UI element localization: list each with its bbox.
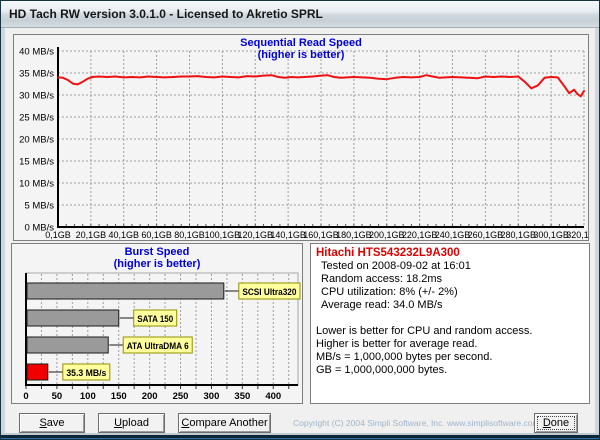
burst-speed-svg: 0 50 100 150 200 250 300 350 400 SCSI Ultra320 SAT… [12, 244, 302, 403]
burst-tick-label: 250 [173, 391, 189, 402]
x-tick-label: 40,1GB [108, 230, 139, 240]
x-tick-label: 100,1GB [205, 230, 241, 240]
bar-label-text: SCSI Ultra320 [242, 287, 296, 297]
upload-results-button[interactable]: Upload Results [98, 413, 165, 433]
y-tick-label: 5 MB/s [24, 201, 54, 212]
bar-label-text: SATA 150 [137, 314, 173, 324]
done-accesskey: D [543, 417, 551, 429]
burst-bar [27, 364, 48, 380]
burst-tick-label: 300 [204, 391, 220, 402]
done-button[interactable]: Done [534, 413, 578, 433]
x-tick-label: 300,1GB [533, 230, 569, 240]
x-tick-label: 200,1GB [369, 230, 405, 240]
info-note-line: Lower is better for CPU and random acces… [316, 325, 584, 338]
client-area: 40 MB/s 35 MB/s 30 MB/s 25 MB/s 20 MB/s 15 MB… [5, 28, 595, 435]
bar-label-text: 35.3 MB/s [66, 368, 106, 378]
upload-accesskey: U [114, 417, 122, 429]
burst-tick-label: 400 [265, 391, 281, 402]
sequential-read-panel: 40 MB/s 35 MB/s 30 MB/s 25 MB/s 20 MB/s 15 MB… [13, 34, 589, 241]
y-tick-label: 40 MB/s [19, 47, 54, 58]
burst-tick-label: 350 [234, 391, 250, 402]
drive-detail-line: CPU utilization: 8% (+/- 2%) [321, 286, 584, 299]
x-tick-label: 140,1GB [270, 230, 306, 240]
titlebar[interactable]: HD Tach RW version 3.0.1.0 - Licensed to… [1, 1, 599, 28]
drive-detail-line: Random access: 18.2ms [321, 273, 584, 286]
x-tick-label: 0,1GB [45, 230, 71, 240]
x-tick-label: 80,1GB [174, 230, 205, 240]
done-label: one [551, 417, 569, 429]
x-tick-label: 280,1GB [500, 230, 536, 240]
y-tick-label: 35 MB/s [19, 69, 54, 80]
info-note-line: MB/s = 1,000,000 bytes per second. [316, 351, 584, 364]
burst-speed-panel: 0 50 100 150 200 250 300 350 400 SCSI Ultra320 SAT… [11, 243, 303, 404]
x-tick-label: 260,1GB [468, 230, 504, 240]
y-tick-label: 20 MB/s [19, 135, 54, 146]
y-tick-label: 10 MB/s [19, 179, 54, 190]
y-tick-label: 25 MB/s [19, 113, 54, 124]
info-note-line: Higher is better for average read. [316, 338, 584, 351]
x-tick-label: 20,1GB [76, 230, 107, 240]
x-tick-label: 240,1GB [435, 230, 471, 240]
drive-info-panel: Hitachi HTS543232L9A300 Tested on 2008-0… [310, 243, 590, 404]
drive-detail-line: Average read: 34.0 MB/s [321, 299, 584, 312]
burst-bar [27, 310, 119, 326]
x-tick-label: 120,1GB [237, 230, 273, 240]
burst-bar [27, 337, 108, 353]
drive-details: Tested on 2008-09-02 at 16:01Random acce… [316, 260, 584, 312]
info-notes: Lower is better for CPU and random acces… [316, 325, 584, 377]
window-bottom-frame [1, 433, 599, 439]
drive-name: Hitachi HTS543232L9A300 [316, 247, 584, 260]
burst-tick-label: 100 [80, 391, 96, 402]
bar-label-text: ATA UltraDMA 6 [127, 341, 189, 351]
save-accesskey: S [39, 417, 46, 429]
compare-another-drive-button[interactable]: Compare Another Drive [178, 413, 271, 433]
copyright-text: Copyright (C) 2004 Simpli Software, Inc.… [293, 413, 540, 433]
burst-tick-label: 50 [52, 391, 63, 402]
info-note-line: GB = 1,000,000,000 bytes. [316, 364, 584, 377]
drive-detail-line: Tested on 2008-09-02 at 16:01 [321, 260, 584, 273]
hdtach-window: HD Tach RW version 3.0.1.0 - Licensed to… [0, 0, 600, 440]
burst-tick-label: 0 [23, 391, 28, 402]
sequential-read-svg: 40 MB/s 35 MB/s 30 MB/s 25 MB/s 20 MB/s 15 MB… [14, 35, 588, 240]
burst-tick-label: 200 [142, 391, 158, 402]
read-speed-line [58, 75, 584, 96]
x-tick-label: 320,1GB [566, 230, 588, 240]
x-tick-label: 180,1GB [336, 230, 372, 240]
x-tick-label: 160,1GB [303, 230, 339, 240]
burst-bar [27, 283, 224, 299]
x-tick-label: 220,1GB [402, 230, 438, 240]
x-tick-label: 60,1GB [141, 230, 172, 240]
window-title: HD Tach RW version 3.0.1.0 - Licensed to… [9, 7, 323, 21]
burst-tick-label: 150 [111, 391, 127, 402]
save-results-button[interactable]: Save Results [19, 413, 85, 433]
y-tick-label: 30 MB/s [19, 91, 54, 102]
y-tick-label: 15 MB/s [19, 157, 54, 168]
